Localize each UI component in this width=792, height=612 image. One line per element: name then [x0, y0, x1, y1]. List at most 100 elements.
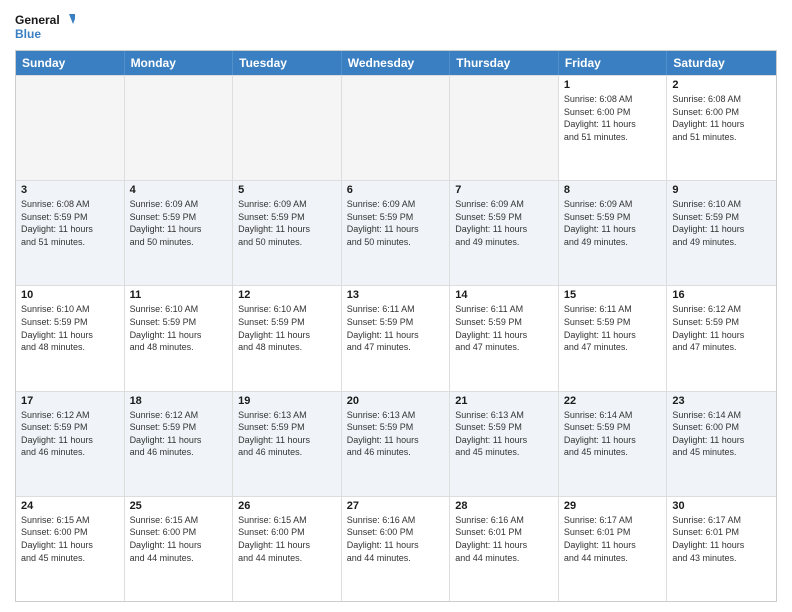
day-cell-22: 22 Sunrise: 6:14 AMSunset: 5:59 PMDayligh…	[559, 392, 668, 496]
day-cell-11: 11 Sunrise: 6:10 AMSunset: 5:59 PMDayligh…	[125, 286, 234, 390]
day-header-saturday: Saturday	[667, 51, 776, 75]
day-number: 12	[238, 289, 336, 301]
day-header-sunday: Sunday	[16, 51, 125, 75]
day-info: Sunrise: 6:17 AMSunset: 6:01 PMDaylight:…	[564, 514, 662, 564]
empty-cell	[16, 76, 125, 180]
day-number: 11	[130, 289, 228, 301]
day-cell-2: 2 Sunrise: 6:08 AMSunset: 6:00 PMDaylight…	[667, 76, 776, 180]
day-number: 26	[238, 500, 336, 512]
day-cell-8: 8 Sunrise: 6:09 AMSunset: 5:59 PMDaylight…	[559, 181, 668, 285]
day-cell-7: 7Sunrise: 6:09 AMSunset: 5:59 PMDaylight…	[450, 181, 559, 285]
day-header-thursday: Thursday	[450, 51, 559, 75]
week-row-4: 17 Sunrise: 6:12 AMSunset: 5:59 PMDayligh…	[16, 391, 776, 496]
day-cell-16: 16 Sunrise: 6:12 AMSunset: 5:59 PMDayligh…	[667, 286, 776, 390]
day-info: Sunrise: 6:08 AMSunset: 6:00 PMDaylight:…	[564, 93, 662, 143]
day-cell-25: 25 Sunrise: 6:15 AMSunset: 6:00 PMDayligh…	[125, 497, 234, 601]
day-cell-9: 9Sunrise: 6:10 AMSunset: 5:59 PMDaylight…	[667, 181, 776, 285]
day-number: 9	[672, 184, 771, 196]
day-cell-21: 21Sunrise: 6:13 AMSunset: 5:59 PMDayligh…	[450, 392, 559, 496]
day-number: 16	[672, 289, 771, 301]
day-cell-5: 5 Sunrise: 6:09 AMSunset: 5:59 PMDaylight…	[233, 181, 342, 285]
week-row-2: 3 Sunrise: 6:08 AMSunset: 5:59 PMDaylight…	[16, 180, 776, 285]
day-number: 3	[21, 184, 119, 196]
day-number: 20	[347, 395, 445, 407]
calendar-header: SundayMondayTuesdayWednesdayThursdayFrid…	[16, 51, 776, 75]
day-info: Sunrise: 6:08 AMSunset: 6:00 PMDaylight:…	[672, 93, 771, 143]
day-cell-15: 15 Sunrise: 6:11 AMSunset: 5:59 PMDayligh…	[559, 286, 668, 390]
day-info: Sunrise: 6:12 AMSunset: 5:59 PMDaylight:…	[21, 409, 119, 459]
day-info: Sunrise: 6:10 AMSunset: 5:59 PMDaylight:…	[130, 303, 228, 353]
empty-cell	[450, 76, 559, 180]
day-cell-6: 6 Sunrise: 6:09 AMSunset: 5:59 PMDaylight…	[342, 181, 451, 285]
day-header-monday: Monday	[125, 51, 234, 75]
day-number: 4	[130, 184, 228, 196]
day-info: Sunrise: 6:14 AMSunset: 5:59 PMDaylight:…	[564, 409, 662, 459]
day-cell-10: 10 Sunrise: 6:10 AMSunset: 5:59 PMDayligh…	[16, 286, 125, 390]
day-info: Sunrise: 6:16 AMSunset: 6:00 PMDaylight:…	[347, 514, 445, 564]
day-info: Sunrise: 6:11 AMSunset: 5:59 PMDaylight:…	[455, 303, 553, 353]
day-number: 2	[672, 79, 771, 91]
day-number: 5	[238, 184, 336, 196]
day-cell-1: 1Sunrise: 6:08 AMSunset: 6:00 PMDaylight…	[559, 76, 668, 180]
day-cell-28: 28 Sunrise: 6:16 AMSunset: 6:01 PMDayligh…	[450, 497, 559, 601]
day-info: Sunrise: 6:16 AMSunset: 6:01 PMDaylight:…	[455, 514, 553, 564]
day-info: Sunrise: 6:14 AMSunset: 6:00 PMDaylight:…	[672, 409, 771, 459]
day-cell-20: 20 Sunrise: 6:13 AMSunset: 5:59 PMDayligh…	[342, 392, 451, 496]
day-number: 8	[564, 184, 662, 196]
day-info: Sunrise: 6:09 AMSunset: 5:59 PMDaylight:…	[130, 198, 228, 248]
day-number: 22	[564, 395, 662, 407]
day-cell-14: 14 Sunrise: 6:11 AMSunset: 5:59 PMDayligh…	[450, 286, 559, 390]
day-number: 25	[130, 500, 228, 512]
day-number: 19	[238, 395, 336, 407]
day-header-tuesday: Tuesday	[233, 51, 342, 75]
day-info: Sunrise: 6:13 AMSunset: 5:59 PMDaylight:…	[347, 409, 445, 459]
day-number: 14	[455, 289, 553, 301]
day-info: Sunrise: 6:15 AMSunset: 6:00 PMDaylight:…	[21, 514, 119, 564]
day-info: Sunrise: 6:13 AMSunset: 5:59 PMDaylight:…	[455, 409, 553, 459]
day-cell-24: 24 Sunrise: 6:15 AMSunset: 6:00 PMDayligh…	[16, 497, 125, 601]
calendar-body: 1Sunrise: 6:08 AMSunset: 6:00 PMDaylight…	[16, 75, 776, 601]
day-info: Sunrise: 6:09 AMSunset: 5:59 PMDaylight:…	[564, 198, 662, 248]
day-cell-23: 23Sunrise: 6:14 AMSunset: 6:00 PMDayligh…	[667, 392, 776, 496]
day-cell-29: 29Sunrise: 6:17 AMSunset: 6:01 PMDayligh…	[559, 497, 668, 601]
day-info: Sunrise: 6:10 AMSunset: 5:59 PMDaylight:…	[238, 303, 336, 353]
logo: General Blue	[15, 10, 75, 42]
day-number: 6	[347, 184, 445, 196]
day-info: Sunrise: 6:09 AMSunset: 5:59 PMDaylight:…	[347, 198, 445, 248]
day-cell-19: 19 Sunrise: 6:13 AMSunset: 5:59 PMDayligh…	[233, 392, 342, 496]
svg-text:General: General	[15, 13, 60, 27]
day-number: 30	[672, 500, 771, 512]
day-info: Sunrise: 6:15 AMSunset: 6:00 PMDaylight:…	[130, 514, 228, 564]
day-number: 28	[455, 500, 553, 512]
svg-text:Blue: Blue	[15, 27, 41, 41]
day-cell-26: 26 Sunrise: 6:15 AMSunset: 6:00 PMDayligh…	[233, 497, 342, 601]
empty-cell	[125, 76, 234, 180]
day-info: Sunrise: 6:09 AMSunset: 5:59 PMDaylight:…	[238, 198, 336, 248]
day-number: 15	[564, 289, 662, 301]
week-row-3: 10 Sunrise: 6:10 AMSunset: 5:59 PMDayligh…	[16, 285, 776, 390]
day-number: 27	[347, 500, 445, 512]
day-info: Sunrise: 6:10 AMSunset: 5:59 PMDaylight:…	[21, 303, 119, 353]
empty-cell	[233, 76, 342, 180]
day-info: Sunrise: 6:11 AMSunset: 5:59 PMDaylight:…	[564, 303, 662, 353]
day-info: Sunrise: 6:08 AMSunset: 5:59 PMDaylight:…	[21, 198, 119, 248]
day-cell-4: 4 Sunrise: 6:09 AMSunset: 5:59 PMDaylight…	[125, 181, 234, 285]
day-cell-13: 13Sunrise: 6:11 AMSunset: 5:59 PMDayligh…	[342, 286, 451, 390]
day-info: Sunrise: 6:17 AMSunset: 6:01 PMDaylight:…	[672, 514, 771, 564]
day-number: 10	[21, 289, 119, 301]
day-cell-3: 3 Sunrise: 6:08 AMSunset: 5:59 PMDaylight…	[16, 181, 125, 285]
day-number: 13	[347, 289, 445, 301]
day-cell-27: 27 Sunrise: 6:16 AMSunset: 6:00 PMDayligh…	[342, 497, 451, 601]
day-number: 18	[130, 395, 228, 407]
day-number: 24	[21, 500, 119, 512]
day-cell-30: 30 Sunrise: 6:17 AMSunset: 6:01 PMDayligh…	[667, 497, 776, 601]
day-info: Sunrise: 6:12 AMSunset: 5:59 PMDaylight:…	[672, 303, 771, 353]
day-header-friday: Friday	[559, 51, 668, 75]
day-cell-12: 12 Sunrise: 6:10 AMSunset: 5:59 PMDayligh…	[233, 286, 342, 390]
empty-cell	[342, 76, 451, 180]
day-number: 17	[21, 395, 119, 407]
day-info: Sunrise: 6:09 AMSunset: 5:59 PMDaylight:…	[455, 198, 553, 248]
day-info: Sunrise: 6:15 AMSunset: 6:00 PMDaylight:…	[238, 514, 336, 564]
page-header: General Blue	[15, 10, 777, 42]
day-info: Sunrise: 6:13 AMSunset: 5:59 PMDaylight:…	[238, 409, 336, 459]
